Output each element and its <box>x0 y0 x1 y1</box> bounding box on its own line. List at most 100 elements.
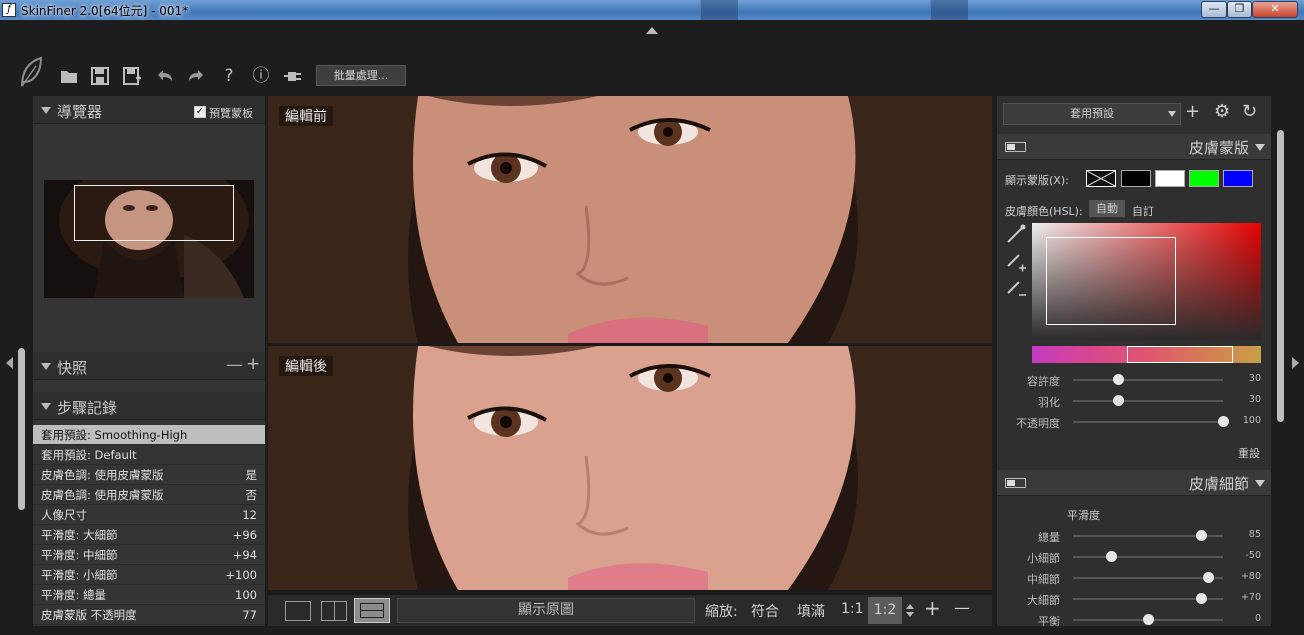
navigator-thumbnail[interactable] <box>44 180 254 298</box>
zoom-1-2-button[interactable]: 1:2 <box>868 597 902 624</box>
history-row[interactable]: 平滑度: 大細節 +96 <box>33 525 265 545</box>
collapse-triangle-icon[interactable] <box>41 107 51 114</box>
show-original-button[interactable]: 顯示原圖 <box>397 598 695 623</box>
minimize-button[interactable]: — <box>1201 1 1227 18</box>
reset-button[interactable]: 重設 <box>1238 445 1260 461</box>
snapshot-header[interactable]: 快照 — + <box>33 352 265 380</box>
slider-track[interactable] <box>1073 400 1223 402</box>
history-header[interactable]: 步驟記錄 <box>33 392 265 420</box>
zoom-1-1-button[interactable]: 1:1 <box>841 601 864 617</box>
zoom-out-button[interactable]: — <box>954 598 970 617</box>
history-row[interactable]: 皮膚色調: 使用皮膚蒙版 是 <box>33 465 265 485</box>
zoom-fill-button[interactable]: 填滿 <box>797 601 825 621</box>
toolbar: ? ⓘ 批量處理... <box>0 52 1304 94</box>
save-icon[interactable] <box>90 66 110 86</box>
close-button[interactable]: ✕ <box>1252 1 1298 18</box>
slider-thumb[interactable] <box>1203 572 1214 583</box>
skin-color-range-rect[interactable] <box>1046 237 1176 325</box>
slider-thumb[interactable] <box>1195 593 1207 604</box>
collapse-triangle-icon[interactable] <box>1255 144 1265 151</box>
slider-track[interactable] <box>1073 556 1223 558</box>
undo-icon[interactable] <box>155 66 175 86</box>
history-row[interactable]: 皮膚色調: 使用皮膚蒙版 否 <box>33 485 265 505</box>
redo-icon[interactable] <box>186 66 206 86</box>
split-vertical-view-icon[interactable] <box>321 601 347 621</box>
hue-range-window[interactable] <box>1127 346 1233 363</box>
collapse-top-arrow-icon[interactable] <box>646 27 658 34</box>
batch-process-button[interactable]: 批量處理... <box>316 65 406 86</box>
split-horizontal-view-icon[interactable] <box>354 598 390 623</box>
slider-track[interactable] <box>1073 379 1223 381</box>
save-as-icon[interactable] <box>122 66 142 86</box>
slider-track[interactable] <box>1073 421 1223 423</box>
history-row[interactable]: 人像尺寸 12 <box>33 505 265 525</box>
mask-blue-swatch[interactable] <box>1223 170 1253 187</box>
toggle-icon[interactable] <box>1005 142 1026 152</box>
collapse-triangle-icon[interactable] <box>41 403 51 410</box>
preview-mask-checkbox[interactable]: ✓ <box>194 106 206 118</box>
history-row-label: 皮膚色調: 使用皮膚蒙版 <box>41 488 164 502</box>
eyedropper-subtract-icon[interactable] <box>1005 278 1027 300</box>
history-row-label: 平滑度: 大細節 <box>41 528 118 542</box>
mask-white-swatch[interactable] <box>1155 170 1185 187</box>
mask-none-swatch[interactable] <box>1086 170 1116 187</box>
slider-thumb[interactable] <box>1105 551 1117 562</box>
navigator-header[interactable]: 導覽器 ✓ 預覽蒙板 <box>33 96 265 124</box>
eyedropper-add-icon[interactable] <box>1005 251 1027 273</box>
info-icon[interactable]: ⓘ <box>251 66 271 86</box>
chevron-down-icon <box>1168 111 1176 117</box>
collapse-triangle-icon[interactable] <box>1255 480 1265 487</box>
before-image[interactable]: 編輯前 <box>268 96 992 343</box>
plugin-icon[interactable] <box>283 66 303 86</box>
refresh-icon[interactable]: ↻ <box>1242 101 1257 122</box>
zoom-up-icon[interactable] <box>906 604 914 609</box>
add-preset-icon[interactable]: + <box>1185 101 1200 122</box>
after-label: 編輯後 <box>279 356 333 376</box>
left-panel-scrollbar[interactable] <box>18 348 25 510</box>
toggle-icon[interactable] <box>1005 478 1026 488</box>
remove-snapshot-button[interactable]: — <box>226 355 243 375</box>
mask-black-swatch[interactable] <box>1121 170 1151 187</box>
right-panel-scrollbar[interactable] <box>1277 130 1284 422</box>
slider-track[interactable] <box>1073 577 1223 579</box>
slider-thumb[interactable] <box>1195 530 1207 541</box>
navigator-view-rect[interactable] <box>74 185 234 241</box>
zoom-down-icon[interactable] <box>906 612 914 617</box>
folder-open-icon[interactable] <box>59 66 79 86</box>
add-snapshot-button[interactable]: + <box>246 354 260 374</box>
help-icon[interactable]: ? <box>219 66 239 86</box>
custom-button[interactable]: 自訂 <box>1132 203 1154 219</box>
before-label: 編輯前 <box>279 106 333 126</box>
history-row[interactable]: 平滑度: 中細節 +94 <box>33 545 265 565</box>
collapse-triangle-icon[interactable] <box>41 363 51 370</box>
collapse-right-arrow-icon[interactable] <box>1292 357 1299 369</box>
skin-detail-header[interactable]: 皮膚細節 <box>997 470 1271 496</box>
history-row[interactable]: 平滑度: 小細節 +100 <box>33 565 265 585</box>
history-row[interactable]: 套用預設: Default <box>33 445 265 465</box>
single-view-icon[interactable] <box>285 601 311 621</box>
title-bar[interactable]: ƒ SkinFiner 2.0[64位元] - 001* — ❐ ✕ <box>0 0 1304 20</box>
history-row-value: +94 <box>232 548 257 562</box>
history-row[interactable]: 皮膚蒙版 不透明度 77 <box>33 605 265 625</box>
apply-preset-select[interactable]: 套用預設 <box>1003 103 1181 125</box>
skin-mask-header[interactable]: 皮膚蒙版 <box>997 134 1271 160</box>
hue-range-bar[interactable] <box>1032 346 1261 363</box>
eyedropper-icon[interactable] <box>1005 223 1027 245</box>
left-panel: 導覽器 ✓ 預覽蒙板 快照 — + 步驟記錄 套用預設: Smoothing-H… <box>33 96 265 626</box>
history-row[interactable]: 平滑度: 總量 100 <box>33 585 265 605</box>
auto-button[interactable]: 自動 <box>1089 200 1125 217</box>
slider-value: 100 <box>1242 415 1261 426</box>
slider-thumb[interactable] <box>1143 614 1154 625</box>
mask-green-swatch[interactable] <box>1189 170 1219 187</box>
zoom-fit-button[interactable]: 符合 <box>751 601 779 621</box>
maximize-button[interactable]: ❐ <box>1227 1 1252 18</box>
slider-thumb[interactable] <box>1113 395 1124 406</box>
zoom-in-button[interactable]: + <box>924 596 941 620</box>
after-image[interactable]: 編輯後 <box>268 346 992 590</box>
collapse-left-arrow-icon[interactable] <box>6 357 13 369</box>
preview-mask-label: 預覽蒙板 <box>209 107 253 120</box>
history-row[interactable]: 套用預設: Smoothing-High <box>33 425 265 445</box>
gear-icon[interactable]: ⚙ <box>1214 101 1230 122</box>
slider-thumb[interactable] <box>1113 374 1124 385</box>
skin-color-picker[interactable] <box>1032 223 1261 340</box>
